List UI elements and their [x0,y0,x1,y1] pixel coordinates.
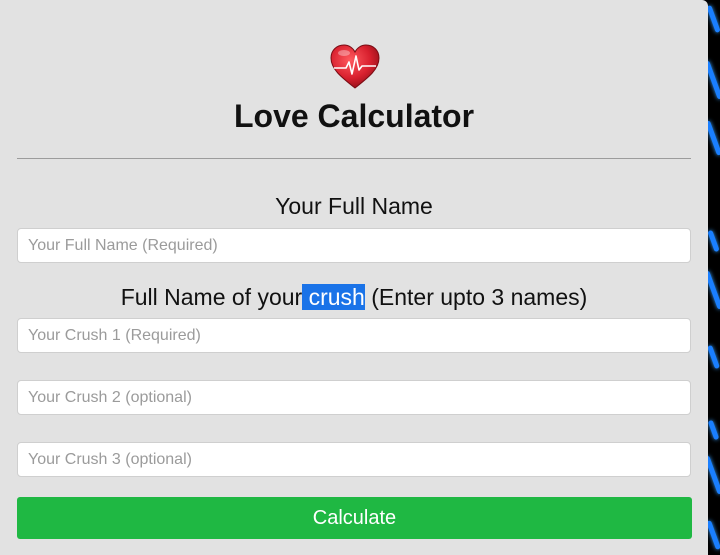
glow-stroke [708,4,720,34]
page-title: Love Calculator [233,98,475,134]
full-name-label: Your Full Name [275,193,433,219]
love-calculator-card: Love Calculator Your Full Name Full Name… [0,0,708,555]
glow-stroke [708,344,720,370]
glow-stroke [708,419,720,441]
crush-3-input[interactable] [17,442,691,477]
crush-label-prefix: Full Name of your [120,284,303,310]
crush-2-input[interactable] [17,380,691,415]
glow-stroke [708,455,720,495]
divider [17,158,691,159]
glow-stroke [708,120,720,156]
calculate-button[interactable]: Calculate [17,497,692,539]
crush-label: Full Name of your crush (Enter upto 3 na… [0,284,708,311]
glow-stroke [708,270,720,310]
background-decoration [708,0,720,555]
crush-1-input[interactable] [17,318,691,353]
heart-pulse-icon [329,44,381,90]
crush-label-highlight: crush [302,284,365,310]
full-name-input[interactable] [17,228,691,263]
glow-stroke [708,520,720,550]
glow-stroke [708,60,720,100]
crush-label-suffix: (Enter upto 3 names) [364,284,588,310]
glow-stroke [708,229,720,253]
